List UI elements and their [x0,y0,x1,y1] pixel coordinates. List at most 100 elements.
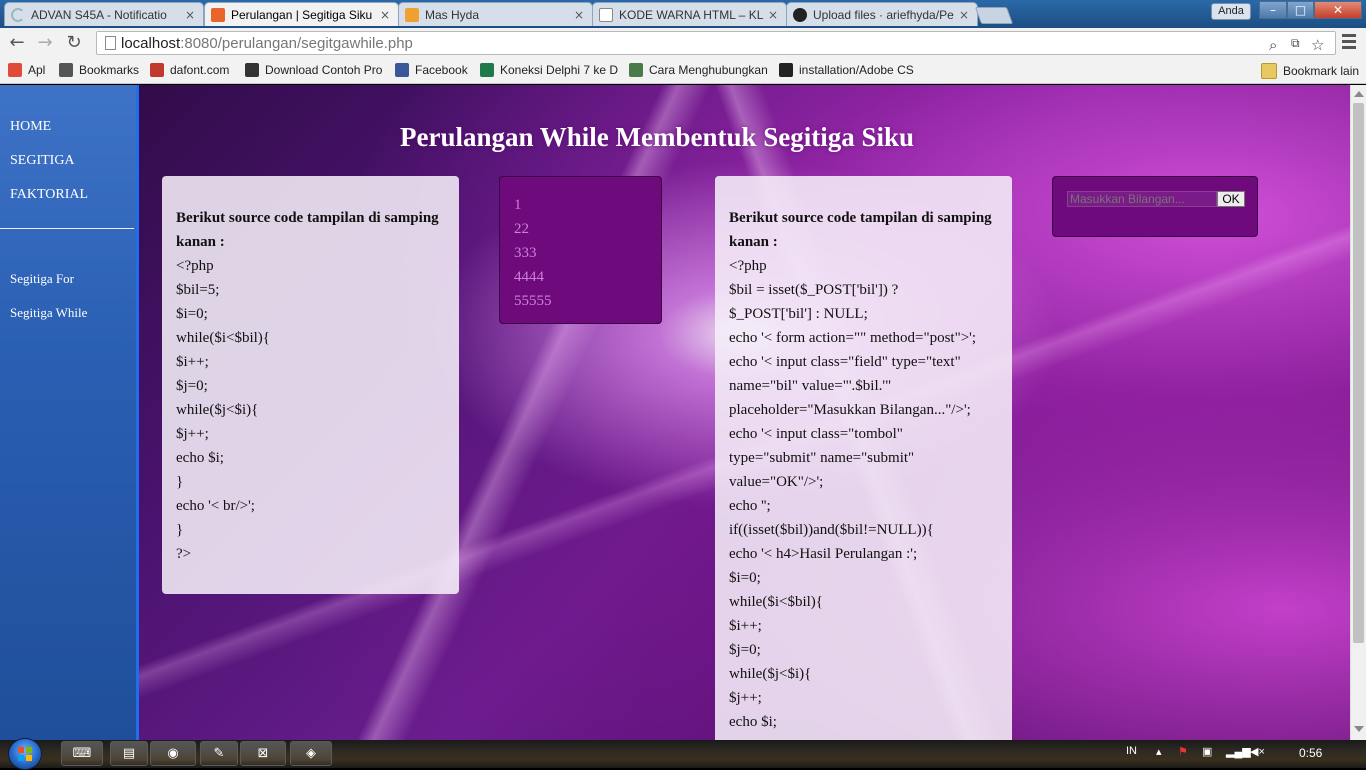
browser-tab[interactable]: ADVAN S45A - Notificatio × [4,2,204,26]
nav-home[interactable]: HOME [10,119,51,135]
code-line: while($i<$bil){ [729,594,823,610]
bookmark-item[interactable]: Download Contoh Pro [245,63,382,77]
code-line: echo '< h4>Hasil Perulangan :'; [729,546,918,562]
chrome-menu-icon[interactable] [1342,34,1356,52]
folder-icon[interactable]: ▤ [110,741,148,766]
tab-close-icon[interactable]: × [766,8,780,22]
code-line: } [176,522,184,538]
url-text: localhost:8080/perulangan/segitgawhile.p… [121,35,413,52]
page-icon [599,7,613,22]
browser-tab[interactable]: KODE WARNA HTML – KL × [592,2,787,26]
signal-icon[interactable]: ▂▄▆ [1226,745,1251,758]
tab-close-icon[interactable]: × [957,8,971,22]
github-icon [779,63,793,77]
scroll-up-icon[interactable] [1354,91,1364,97]
chrome-icon[interactable]: ◉ [150,741,196,766]
code-line: echo '< input class="field" type="text" [729,354,961,370]
bookmark-item[interactable]: dafont.com [150,63,229,77]
browser-tab[interactable]: Perulangan | Segitiga Siku × [204,2,399,26]
scroll-thumb[interactable] [1353,103,1364,643]
bookmark-label: Download Contoh Pro [265,63,383,77]
code-line: while($j<$i){ [729,666,812,682]
xampp-icon[interactable]: ⊠ [240,741,286,766]
bookmark-item[interactable]: Bookmarks [59,63,139,77]
notepad-icon[interactable]: ✎ [200,741,238,766]
folder-icon [1261,63,1277,79]
nav-segitiga[interactable]: SEGITIGA [10,153,75,169]
code-line: if((isset($bil))and($bil!=NULL)){ [729,522,934,538]
tab-close-icon[interactable]: × [572,8,586,22]
code-line: while($j<$i){ [176,402,259,418]
code-line: <?php [176,258,214,274]
code-line: $i++; [176,354,209,370]
page-scrollbar[interactable] [1350,85,1366,740]
code-line: placeholder="Masukkan Bilangan..."/>'; [729,402,971,418]
maximize-button[interactable]: □ [1287,1,1314,19]
address-bar[interactable]: localhost:8080/perulangan/segitgawhile.p… [96,31,1336,55]
minimize-button[interactable]: – [1259,1,1287,19]
star-icon [59,63,73,77]
sidebar: HOME SEGITIGA FAKTORIAL Segitiga For Seg… [0,85,139,740]
code-line: echo $i; [176,450,224,466]
bookmark-label: Facebook [415,63,468,77]
code-line: echo $i; [729,714,777,730]
code-line: echo '< br/>'; [176,498,255,514]
language-indicator[interactable]: IN [1126,745,1137,757]
url-path: :8080/perulangan/segitgawhile.php [180,35,413,52]
close-window-button[interactable]: ✕ [1314,1,1362,19]
reload-button[interactable]: ↻ [63,32,85,54]
github-icon [793,7,807,22]
code-line: $j=0; [729,642,761,658]
zoom-icon[interactable]: ⌕ [1269,36,1277,54]
scroll-down-icon[interactable] [1354,726,1364,732]
tab-close-icon[interactable]: × [378,8,392,22]
new-tab-button[interactable] [974,7,1014,24]
bookmark-star-icon[interactable]: ☆ [1311,36,1324,54]
browser-tab[interactable]: Upload files · ariefhyda/Pe × [786,2,978,26]
code-line: while($i<$bil){ [176,330,270,346]
ok-button[interactable]: OK [1217,191,1245,207]
translate-icon[interactable]: ⧉ [1291,36,1300,51]
title-bar: ADVAN S45A - Notificatio × Perulangan | Se… [0,0,1366,28]
source-code-panel-right: Berikut source code tampilan di samping … [715,176,1012,740]
tray-arrow-icon[interactable]: ▴ [1156,745,1162,758]
bookmark-item[interactable]: installation/Adobe CS [779,63,914,77]
clock[interactable]: 0:56 [1299,746,1322,760]
bookmark-item[interactable]: Apl [8,63,45,77]
app-icon[interactable]: ◈ [290,741,332,766]
panel-lead: Berikut source code tampilan di samping … [176,210,439,250]
browser-tab[interactable]: Mas Hyda × [398,2,593,26]
bookmark-item[interactable]: Koneksi Delphi 7 ke D [480,63,618,77]
start-button[interactable] [8,738,42,770]
other-bookmarks[interactable]: Bookmark lain [1261,63,1359,79]
blogger-icon [405,7,419,22]
tab-close-icon[interactable]: × [183,8,197,22]
forward-button[interactable]: → [34,32,56,54]
result-row: 22 [514,221,529,237]
result-row: 333 [514,245,537,261]
browser-toolbar: ← → ↻ localhost:8080/perulangan/segitgaw… [0,28,1366,58]
back-button[interactable]: ← [6,32,28,54]
volume-icon[interactable]: ◀× [1250,745,1265,758]
keyboard-icon[interactable]: ⌨ [61,741,103,766]
code-line: value="OK"/>'; [729,474,824,490]
nav-segitiga-for[interactable]: Segitiga For [10,271,74,287]
code-line: $i++; [729,618,762,634]
bilangan-input[interactable] [1067,191,1217,207]
page-icon [105,36,116,50]
nav-segitiga-while[interactable]: Segitiga While [10,305,87,321]
bookmark-item[interactable]: Cara Menghubungkan [629,63,768,77]
tab-title: Mas Hyda [425,7,480,22]
result-row: 1 [514,197,522,213]
bookmark-item[interactable]: Facebook [395,63,468,77]
apps-icon [8,63,22,77]
flag-icon[interactable]: ⚑ [1178,745,1188,758]
tray-app-icon[interactable]: ▣ [1202,745,1212,758]
page-title: Perulangan While Membentuk Segitiga Siku [400,122,915,152]
other-bookmarks-label: Bookmark lain [1283,64,1360,78]
profile-button[interactable]: Anda [1211,3,1251,20]
xampp-icon [211,7,225,22]
code-line: $j++; [729,690,762,706]
code-line: $j=0; [176,378,208,394]
nav-faktorial[interactable]: FAKTORIAL [10,187,88,203]
